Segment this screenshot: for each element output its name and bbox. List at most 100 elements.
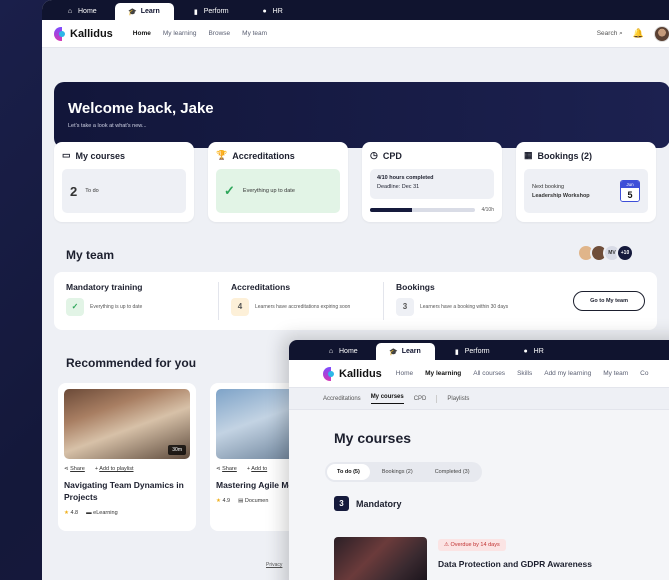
cpd-hours: 4/10 hours completed — [377, 175, 434, 181]
share-button[interactable]: ⋖ Share — [64, 466, 85, 472]
share-label: Share — [222, 466, 237, 472]
nav-add-my-learning[interactable]: Add my learning — [544, 370, 591, 377]
team-bookings[interactable]: Bookings 3 Learners have a booking within… — [396, 282, 544, 320]
subnav-my-courses[interactable]: My courses — [370, 394, 404, 404]
tab-perform[interactable]: ▮ Perform — [178, 3, 243, 20]
tab-label: Home — [78, 8, 97, 15]
recommended-heading: Recommended for you — [66, 356, 197, 370]
accreditations-status: Everything up to date — [242, 188, 295, 194]
go-to-my-team-button[interactable]: Go to My team — [573, 291, 645, 311]
course-rating: 4.8 — [70, 509, 79, 516]
my-courses-card[interactable]: ▭ My courses 2 To do — [54, 142, 194, 222]
tab-label: Learn — [401, 348, 421, 355]
tab-completed[interactable]: Completed (3) — [425, 464, 480, 480]
document-icon: ▤ — [238, 497, 244, 504]
team-accreditations[interactable]: Accreditations 4 Learners have accreditat… — [231, 282, 379, 320]
tab-home[interactable]: ⌂ Home — [52, 3, 111, 20]
page-title: My courses — [334, 430, 412, 446]
search-icon: ⌕ — [619, 29, 623, 37]
nav-browse[interactable]: Browse — [208, 30, 230, 37]
user-avatar[interactable] — [654, 25, 669, 42]
cpd-card[interactable]: ◷ CPD 4/10 hours completed Deadline: Dec … — [362, 142, 502, 222]
next-booking-name: Leadership Workshop — [532, 192, 590, 199]
team-summary-panel: Mandatory training ✓ Everything is up to … — [54, 272, 657, 330]
tab-hr[interactable]: ● HR — [247, 3, 297, 20]
team-mandatory[interactable]: Mandatory training ✓ Everything is up to … — [66, 282, 214, 320]
add-to-playlist-button[interactable]: + Add to playlist — [95, 466, 134, 472]
divider — [383, 282, 384, 320]
kallidus-logo[interactable]: Kallidus — [323, 366, 382, 381]
chat-icon: ● — [523, 348, 528, 355]
tab-home[interactable]: ⌂ Home — [313, 343, 372, 360]
subnav-accreditations[interactable]: Accreditations — [323, 396, 361, 402]
welcome-banner: Welcome back, Jake Let's take a look at … — [54, 82, 669, 148]
tab-label: HR — [533, 348, 544, 355]
tab-bookings[interactable]: Bookings (2) — [372, 464, 423, 480]
nav-home[interactable]: Home — [133, 30, 151, 37]
course-title[interactable]: Data Protection and GDPR Awareness — [438, 559, 592, 569]
team-col-count: 3 — [396, 298, 414, 316]
graduation-cap-icon: 🎓 — [128, 8, 138, 16]
card-title: My courses — [75, 150, 126, 161]
subnav-cpd[interactable]: CPD — [414, 396, 427, 402]
tab-hr[interactable]: ● HR — [508, 343, 558, 360]
app-switcher-bar: ⌂ Home 🎓 Learn ▮ Perform ● HR — [289, 340, 669, 360]
privacy-link[interactable]: Privacy — [266, 562, 282, 568]
team-avatars[interactable]: MV +10 — [577, 244, 634, 262]
warning-icon: ⚠ — [444, 542, 449, 548]
accreditations-card[interactable]: 🏆 Accreditations ✓ Everything up to date — [208, 142, 348, 222]
nav-my-team[interactable]: My team — [242, 30, 267, 37]
search-button[interactable]: Search ⌕ — [597, 30, 623, 38]
notification-bell-icon[interactable]: 🔔 — [633, 28, 644, 39]
courses-count-label: To do — [85, 188, 99, 194]
tab-learn[interactable]: 🎓 Learn — [114, 3, 174, 20]
nav-home[interactable]: Home — [396, 370, 413, 377]
nav-skills[interactable]: Skills — [517, 370, 532, 377]
chart-icon: ▮ — [454, 348, 459, 356]
tab-label: Home — [339, 348, 358, 355]
cpd-progress-bar — [370, 208, 476, 212]
kallidus-logo[interactable]: Kallidus — [54, 26, 113, 41]
main-nav: Kallidus Home My learning All courses Sk… — [289, 360, 669, 388]
tab-learn[interactable]: 🎓 Learn — [375, 343, 435, 360]
overdue-badge: ⚠ Overdue by 14 days — [438, 539, 506, 551]
team-col-status: Learners have accreditations expiring so… — [255, 303, 351, 310]
bookings-card[interactable]: ▦ Bookings (2) Next booking Leadership Wo… — [516, 142, 656, 222]
team-col-status: Learners have a booking within 30 days — [420, 303, 509, 310]
nav-all-courses[interactable]: All courses — [473, 370, 505, 377]
tab-to-do[interactable]: To do (5) — [327, 464, 370, 480]
calendar-icon: ▦ — [524, 150, 533, 160]
sub-nav: Accreditations My courses CPD Playlists — [289, 388, 669, 410]
subnav-playlists[interactable]: Playlists — [447, 396, 469, 402]
share-button[interactable]: ⋖ Share — [216, 466, 237, 472]
check-icon: ✓ — [224, 183, 235, 198]
mandatory-label: Mandatory — [356, 498, 402, 509]
cpd-progress-fill — [370, 208, 413, 212]
course-type: Documen — [244, 497, 269, 504]
check-icon: ✓ — [66, 298, 84, 316]
team-col-title: Bookings — [396, 282, 435, 292]
kallidus-logo-icon — [323, 366, 335, 381]
team-avatar-more: +10 — [616, 244, 634, 262]
course-card[interactable]: 30m ⋖ Share + Add to playlist Navigating… — [58, 383, 196, 531]
course-thumbnail: 30m — [64, 389, 190, 459]
my-courses-window: ⌂ Home 🎓 Learn ▮ Perform ● HR Kallidus Home … — [289, 340, 669, 580]
course-tabs: To do (5) Bookings (2) Completed (3) — [325, 462, 482, 482]
course-thumbnail[interactable] — [334, 537, 427, 580]
course-duration: 30m — [168, 445, 186, 455]
home-icon: ⌂ — [328, 348, 334, 355]
courses-count: 2 — [70, 183, 78, 199]
tab-perform[interactable]: ▮ Perform — [439, 343, 504, 360]
cpd-deadline: Deadline: Dec 31 — [377, 183, 420, 190]
kallidus-logo-icon — [54, 26, 66, 41]
app-switcher-bar: ⌂ Home 🎓 Learn ▮ Perform ● HR — [42, 0, 669, 20]
nav-overflow[interactable]: Co — [640, 370, 648, 377]
divider — [436, 394, 438, 403]
course-type: eLearning — [93, 509, 118, 516]
add-to-playlist-button[interactable]: + Add to — [247, 466, 267, 472]
welcome-title: Welcome back, Jake — [68, 100, 214, 117]
nav-my-team[interactable]: My team — [603, 370, 628, 377]
nav-my-learning[interactable]: My learning — [163, 30, 197, 37]
brand-name: Kallidus — [339, 367, 382, 380]
nav-my-learning[interactable]: My learning — [425, 370, 461, 377]
